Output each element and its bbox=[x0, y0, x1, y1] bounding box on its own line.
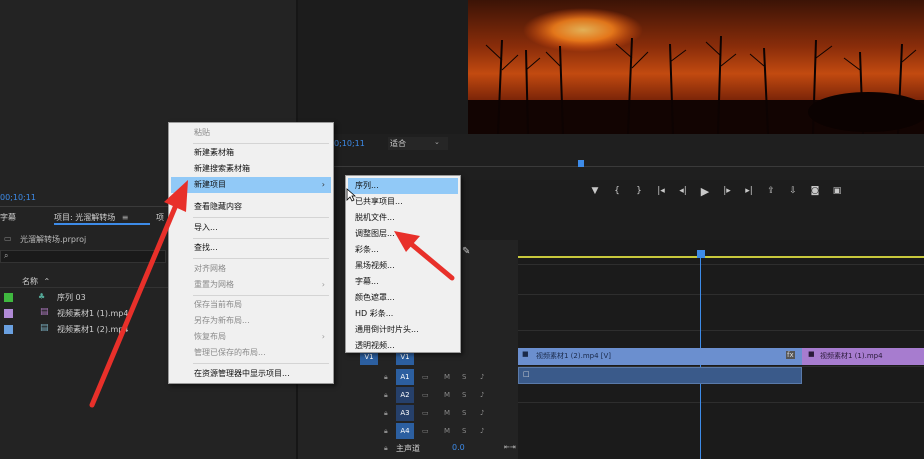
red-arrow-icon bbox=[89, 180, 188, 408]
annotation-arrows bbox=[89, 180, 455, 408]
red-arrow-icon bbox=[394, 231, 455, 281]
